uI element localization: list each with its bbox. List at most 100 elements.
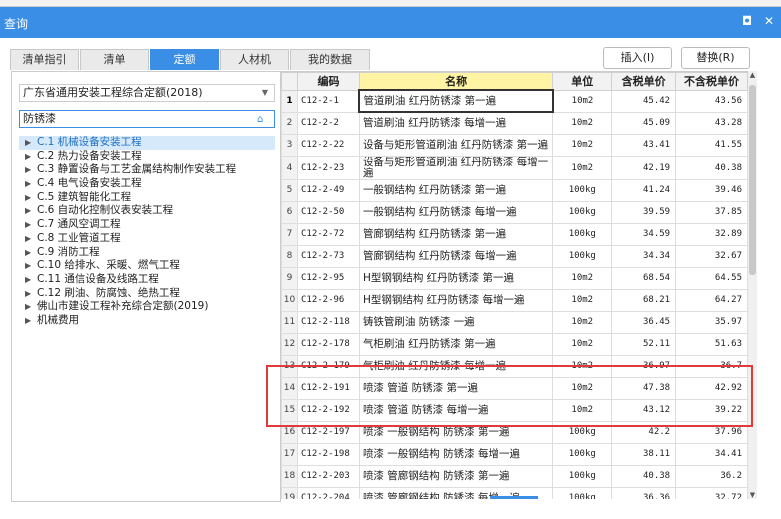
tree-item-label: C.4 电气设备安装工程 — [37, 177, 142, 190]
row-name: 喷漆 管道 防锈漆 每增一遍 — [358, 398, 554, 422]
vertical-scrollbar[interactable]: ▲ ▼ — [748, 71, 757, 499]
row-code: C12-2-178 — [296, 332, 360, 356]
row-name: 一般钢结构 红丹防锈漆 每增一遍 — [358, 200, 554, 224]
header-price-with-tax[interactable]: 含税单价 — [611, 72, 677, 91]
table-row[interactable]: 17 C12-2-198 喷漆 一般钢结构 防锈漆 每增一遍 100kg 38.11 34… — [281, 442, 748, 466]
tab-my-data[interactable]: 我的数据 — [290, 49, 370, 70]
table-row[interactable]: 8 C12-2-73 管廊钢结构 红丹防锈漆 每增一遍 100kg 34.34 32.67 — [281, 244, 748, 268]
scroll-down-icon[interactable]: ▼ — [748, 491, 757, 499]
row-unit: 100kg — [552, 244, 613, 268]
header-price-without-tax[interactable]: 不含税单价 — [675, 72, 748, 91]
row-code: C12-2-23 — [296, 155, 360, 180]
table-row[interactable]: 18 C12-2-203 喷漆 管廊钢结构 防锈漆 第一遍 100kg 40.38 36.… — [281, 464, 748, 488]
header-code[interactable]: 编码 — [296, 72, 360, 91]
tab-labor-material-machine[interactable]: 人材机 — [220, 49, 289, 70]
table-row[interactable]: 15 C12-2-192 喷漆 管道 防锈漆 每增一遍 10m2 43.12 39.22 — [281, 398, 748, 422]
header-name[interactable]: 名称 — [358, 72, 554, 91]
chevron-right-icon[interactable]: ▶ — [25, 314, 37, 328]
row-price-without-tax: 41.55 — [675, 133, 748, 157]
insert-button[interactable]: 插入(I) — [603, 47, 672, 69]
chevron-right-icon[interactable]: ▶ — [25, 273, 37, 287]
chevron-down-icon[interactable]: ▼ — [262, 85, 268, 101]
tree-item[interactable]: ▶ C.2 热力设备安装工程 — [19, 150, 275, 164]
horizontal-scroll-indicator[interactable] — [490, 496, 538, 499]
row-unit: 100kg — [552, 442, 613, 466]
tree-item[interactable]: ▶ C.3 静置设备与工艺金属结构制作安装工程 — [19, 163, 275, 177]
search-input[interactable]: 防锈漆 ⌂ — [19, 110, 275, 128]
tab-list[interactable]: 清单 — [80, 49, 149, 70]
scroll-thumb[interactable] — [749, 85, 756, 275]
chevron-right-icon[interactable]: ▶ — [25, 300, 37, 314]
chevron-right-icon[interactable]: ▶ — [25, 136, 37, 150]
tree-item[interactable]: ▶ C.10 给排水、采暖、燃气工程 — [19, 259, 275, 273]
row-price-without-tax: 39.22 — [675, 398, 748, 422]
row-price-without-tax: 35.97 — [675, 310, 748, 334]
table-row[interactable]: 10 C12-2-96 H型钢钢结构 红丹防锈漆 每增一遍 10m2 68.21 64.2… — [281, 288, 748, 312]
header-unit[interactable]: 单位 — [552, 72, 613, 91]
chevron-right-icon[interactable]: ▶ — [25, 232, 37, 246]
chevron-right-icon[interactable]: ▶ — [25, 259, 37, 273]
tree-item[interactable]: ▶ C.9 消防工程 — [19, 246, 275, 260]
tree-item[interactable]: ▶ 机械费用 — [19, 314, 275, 328]
row-unit: 10m2 — [552, 288, 613, 312]
tree-item[interactable]: ▶ C.8 工业管道工程 — [19, 232, 275, 246]
row-price-without-tax: 32.67 — [675, 244, 748, 268]
restore-icon[interactable]: ◘ — [742, 14, 752, 28]
tree-item[interactable]: ▶ 佛山市建设工程补充综合定额(2019) — [19, 300, 275, 314]
chevron-right-icon[interactable]: ▶ — [25, 163, 37, 177]
search-clear-icon[interactable]: ⌂ — [257, 112, 269, 125]
tree-item[interactable]: ▶ C.7 通风空调工程 — [19, 218, 275, 232]
row-index: 4 — [281, 155, 298, 180]
row-price-without-tax: 39.46 — [675, 178, 748, 202]
chevron-right-icon[interactable]: ▶ — [25, 218, 37, 232]
row-code: C12-2-95 — [296, 266, 360, 290]
table-row[interactable]: 9 C12-2-95 H型钢钢结构 红丹防锈漆 第一遍 10m2 68.54 64.55 — [281, 266, 748, 290]
tree-item[interactable]: ▶ C.11 通信设备及线路工程 — [19, 273, 275, 287]
tree-item[interactable]: ▶ C.1 机械设备安装工程 — [19, 136, 275, 150]
table-row[interactable]: 6 C12-2-50 一般钢结构 红丹防锈漆 每增一遍 100kg 39.59 37.85 — [281, 200, 748, 224]
replace-button[interactable]: 替换(R) — [681, 47, 750, 69]
row-name: 铸铁管刷油 防锈漆 一遍 — [358, 310, 554, 334]
tab-quota[interactable]: 定额 — [150, 49, 219, 70]
tree-item-label: C.6 自动化控制仪表安装工程 — [37, 204, 174, 217]
row-unit: 10m2 — [552, 376, 613, 400]
table-row[interactable]: 4 C12-2-23 设备与矩形管道刷油 红丹防锈漆 每增一遍 10m2 42.19 40… — [281, 155, 748, 180]
left-panel: 广东省通用安装工程综合定额(2018) ▼ 防锈漆 ⌂ ▶ C.1 机械设备安装工… — [11, 71, 281, 502]
chevron-right-icon[interactable]: ▶ — [25, 246, 37, 260]
window-title: 查询 — [4, 17, 29, 31]
row-index: 7 — [281, 222, 298, 246]
scroll-up-icon[interactable]: ▲ — [748, 71, 757, 79]
chevron-right-icon[interactable]: ▶ — [25, 150, 37, 164]
tree-item[interactable]: ▶ C.6 自动化控制仪表安装工程 — [19, 204, 275, 218]
tree-item[interactable]: ▶ C.12 刷油、防腐蚀、绝热工程 — [19, 287, 275, 301]
chevron-right-icon[interactable]: ▶ — [25, 191, 37, 205]
row-price-with-tax: 43.12 — [611, 398, 677, 422]
table-row[interactable]: 1 C12-2-1 管道刷油 红丹防锈漆 第一遍 10m2 45.42 43.56 — [281, 89, 748, 113]
table-row[interactable]: 12 C12-2-178 气柜刷油 红丹防锈漆 第一遍 10m2 52.11 51.63 — [281, 332, 748, 356]
row-price-without-tax: 43.28 — [675, 111, 748, 135]
quota-library-select[interactable]: 广东省通用安装工程综合定额(2018) ▼ — [19, 84, 275, 102]
table-row[interactable]: 13 C12-2-179 气柜刷油 红丹防锈漆 每增一遍 10m2 36.97 36.7 — [281, 354, 748, 378]
table-row[interactable]: 3 C12-2-22 设备与矩形管道刷油 红丹防锈漆 第一遍 10m2 43.41 41.… — [281, 133, 748, 157]
row-price-with-tax: 42.2 — [611, 420, 677, 444]
tree-item[interactable]: ▶ C.5 建筑智能化工程 — [19, 191, 275, 205]
tree-item-label: 佛山市建设工程补充综合定额(2019) — [37, 300, 209, 313]
chevron-right-icon[interactable]: ▶ — [25, 204, 37, 218]
row-price-without-tax: 42.92 — [675, 376, 748, 400]
tab-list-guide[interactable]: 清单指引 — [10, 49, 79, 70]
chevron-right-icon[interactable]: ▶ — [25, 287, 37, 301]
table-row[interactable]: 16 C12-2-197 喷漆 一般钢结构 防锈漆 第一遍 100kg 42.2 37.9… — [281, 420, 748, 444]
table-row[interactable]: 14 C12-2-191 喷漆 管道 防锈漆 第一遍 10m2 47.38 42.92 — [281, 376, 748, 400]
row-unit: 10m2 — [552, 354, 613, 378]
table-row[interactable]: 5 C12-2-49 一般钢结构 红丹防锈漆 第一遍 100kg 41.24 39.46 — [281, 178, 748, 202]
chevron-right-icon[interactable]: ▶ — [25, 177, 37, 191]
table-row[interactable]: 2 C12-2-2 管道刷油 红丹防锈漆 每增一遍 10m2 45.09 43.28 — [281, 111, 748, 135]
row-price-with-tax: 43.41 — [611, 133, 677, 157]
close-icon[interactable]: ✕ — [764, 14, 774, 28]
row-index: 14 — [281, 376, 298, 400]
row-unit: 100kg — [552, 420, 613, 444]
table-row[interactable]: 11 C12-2-118 铸铁管刷油 防锈漆 一遍 10m2 36.45 35.97 — [281, 310, 748, 334]
row-code: C12-2-22 — [296, 133, 360, 157]
table-row[interactable]: 7 C12-2-72 管廊钢结构 红丹防锈漆 第一遍 100kg 34.59 32.89 — [281, 222, 748, 246]
tree-item[interactable]: ▶ C.4 电气设备安装工程 — [19, 177, 275, 191]
